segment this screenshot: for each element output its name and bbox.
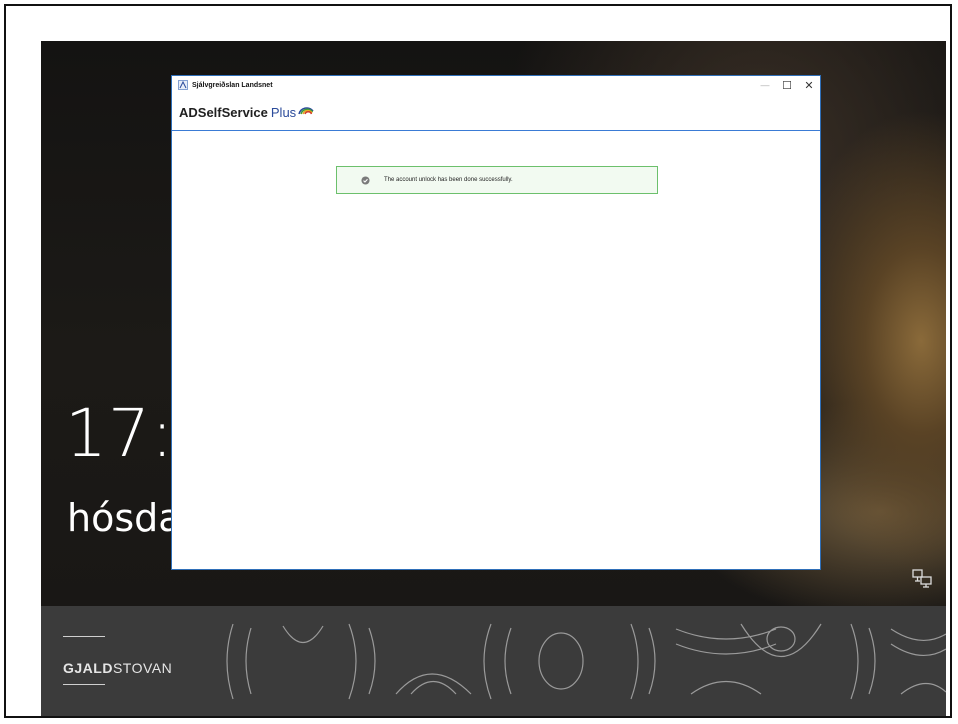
window-titlebar: Sjálvgreiðslan Landsnet [172, 76, 820, 94]
window-title: Sjálvgreiðslan Landsnet [192, 81, 273, 89]
brand-name: ADSelfService [179, 104, 268, 120]
app-header: ADSelfService Plus [172, 94, 820, 131]
footer-band: GJALDSTOVAN [41, 606, 946, 716]
network-icon[interactable] [911, 568, 933, 590]
close-button[interactable]: ✕ [798, 76, 820, 94]
logo-regular-text: STOVAN [112, 660, 173, 676]
gjaldstovan-logo: GJALDSTOVAN [63, 660, 172, 676]
logo-divider-bottom [63, 684, 105, 685]
logo-divider-top [63, 636, 105, 637]
screenshot-frame: 17:1 hósdag Sjálvgreiðslan Landsnet — ☐ … [4, 4, 952, 718]
window-controls: — ☐ ✕ [754, 76, 820, 94]
check-circle-icon [361, 175, 370, 185]
adselfservice-logo: ADSelfService Plus [179, 105, 315, 120]
brand-plus: Plus [270, 104, 297, 120]
app-logo-icon [178, 80, 188, 90]
success-alert: The account unlock has been done success… [336, 166, 658, 194]
success-message: The account unlock has been done success… [384, 177, 513, 183]
minimize-button[interactable]: — [754, 76, 776, 94]
window-content: The account unlock has been done success… [172, 131, 820, 569]
brand-arc-icon [298, 107, 314, 115]
logo-bold-text: GJALD [63, 660, 113, 676]
decorative-pattern [226, 623, 946, 700]
maximize-button[interactable]: ☐ [776, 76, 798, 94]
adselfservice-window: Sjálvgreiðslan Landsnet — ☐ ✕ ADSelfServ… [171, 75, 821, 570]
